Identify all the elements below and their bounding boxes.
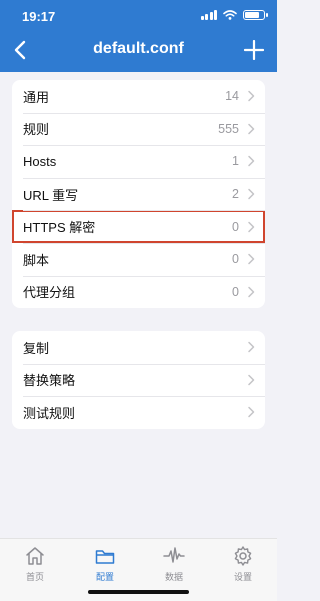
- row-rules[interactable]: 规则 555: [12, 112, 265, 146]
- row-proxy-groups[interactable]: 代理分组 0: [12, 275, 265, 309]
- tab-label: 首页: [25, 572, 44, 582]
- tab-settings[interactable]: 设置: [218, 545, 268, 583]
- chevron-right-icon: [248, 374, 255, 386]
- home-indicator: [88, 590, 189, 594]
- row-label: 代理分组: [23, 285, 76, 301]
- plus-icon: [244, 40, 264, 60]
- tab-label: 数据: [164, 572, 183, 582]
- row-label: 通用: [23, 89, 50, 105]
- row-url-rewrite[interactable]: URL 重写 2: [12, 177, 265, 211]
- chevron-right-icon: [248, 91, 255, 102]
- row-replace-policy[interactable]: 替换策略: [12, 363, 265, 397]
- chevron-right-icon: [248, 254, 255, 265]
- chevron-right-icon: [248, 286, 255, 298]
- row-general[interactable]: 通用 14: [12, 80, 265, 113]
- tab-data[interactable]: 数据: [149, 545, 199, 583]
- status-time: 19:17: [22, 9, 56, 24]
- header: 19:17 default.conf: [0, 0, 277, 72]
- config-sections-list: 通用 14 规则 555 Hosts 1 URL 重写 2 HTTPS 解密 0…: [12, 80, 265, 309]
- row-count: 555: [218, 121, 239, 136]
- chevron-right-icon: [248, 123, 255, 135]
- status-bar: 19:17: [0, 0, 277, 28]
- row-count: 0: [232, 284, 239, 299]
- row-label: 替换策略: [23, 373, 76, 389]
- chevron-right-icon: [248, 188, 255, 200]
- home-icon: [26, 547, 44, 565]
- page-title: default.conf: [93, 40, 184, 57]
- wifi-icon: [223, 10, 237, 20]
- add-button[interactable]: [237, 30, 271, 70]
- tab-config[interactable]: 配置: [80, 545, 130, 583]
- gear-icon: [234, 546, 252, 566]
- chevron-right-icon: [248, 407, 255, 418]
- row-count: 0: [232, 252, 239, 267]
- chevron-right-icon: [248, 221, 255, 232]
- status-icons: [200, 10, 268, 20]
- nav-bar: default.conf: [0, 28, 277, 72]
- row-count: 0: [232, 219, 239, 234]
- row-count: 2: [232, 187, 239, 202]
- row-count: 1: [232, 154, 239, 169]
- row-scripts[interactable]: 脚本 0: [12, 242, 265, 276]
- row-count: 14: [225, 89, 239, 104]
- battery-icon: [243, 10, 268, 20]
- back-button[interactable]: [6, 30, 34, 70]
- row-hosts[interactable]: Hosts 1: [12, 145, 265, 178]
- row-label: Hosts: [23, 153, 57, 169]
- chevron-right-icon: [248, 156, 255, 167]
- folder-icon: [95, 550, 115, 564]
- waveform-icon: [163, 547, 185, 563]
- row-test-rules[interactable]: 测试规则: [12, 396, 265, 429]
- tab-label: 设置: [233, 572, 252, 582]
- row-label: 规则: [23, 122, 50, 138]
- tab-home[interactable]: 首页: [10, 545, 60, 583]
- row-https-decryption[interactable]: HTTPS 解密 0: [12, 210, 265, 243]
- row-label: 复制: [23, 340, 50, 356]
- chevron-right-icon: [248, 342, 255, 353]
- row-label: URL 重写: [23, 187, 79, 203]
- tab-label: 配置: [95, 572, 114, 582]
- actions-list: 复制 替换策略 测试规则: [12, 331, 265, 429]
- signal-icon: [200, 10, 217, 20]
- chevron-left-icon: [14, 40, 26, 60]
- row-label: 测试规则: [23, 405, 76, 421]
- row-label: 脚本: [23, 252, 50, 268]
- row-copy[interactable]: 复制: [12, 331, 265, 364]
- row-label: HTTPS 解密: [23, 220, 96, 236]
